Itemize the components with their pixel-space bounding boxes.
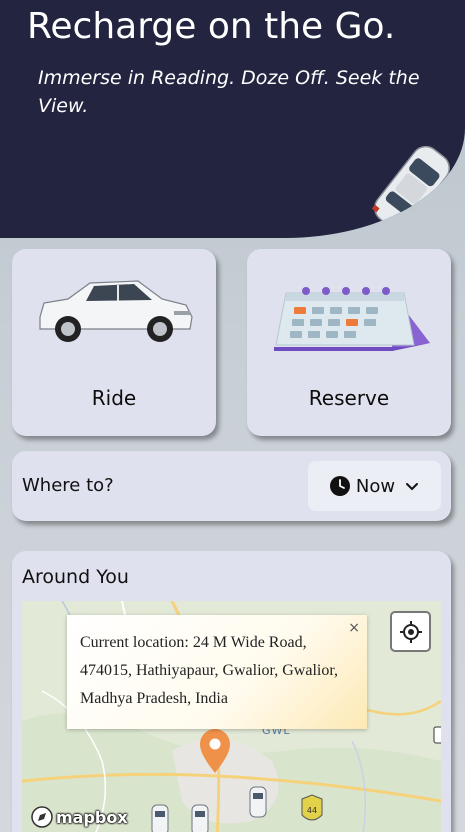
locate-me-button[interactable] xyxy=(390,611,431,652)
hero-subtitle: Immerse in Reading. Doze Off. Seek the V… xyxy=(38,67,420,117)
time-select-value: Now xyxy=(355,475,396,497)
hero-title: Recharge on the Go. xyxy=(27,6,396,47)
reserve-card[interactable]: Reserve xyxy=(247,249,451,436)
chevron-down-icon xyxy=(406,483,419,491)
reserve-label: Reserve xyxy=(308,386,390,410)
hero-banner: Recharge on the Go. Immerse in Reading. … xyxy=(0,0,465,238)
car-icon xyxy=(39,280,193,342)
popup-text: Current location: 24 M Wide Road, 474015… xyxy=(80,634,339,707)
map-view[interactable]: 44 GWL Current location: 24 M Wide Road,… xyxy=(22,601,441,832)
mapbox-wordmark: mapbox xyxy=(56,807,128,827)
mapbox-logo[interactable]: mapbox xyxy=(31,805,128,829)
ride-label: Ride xyxy=(91,386,137,410)
where-to-bar[interactable]: Where to? Now xyxy=(12,451,451,521)
location-popup: Current location: 24 M Wide Road, 474015… xyxy=(67,615,367,729)
crosshair-icon xyxy=(399,620,422,643)
mapbox-icon xyxy=(31,806,53,828)
car-top-view-icon xyxy=(371,145,450,233)
where-to-label: Where to? xyxy=(22,475,114,496)
road-shield-label: 44 xyxy=(307,806,317,815)
around-you-title: Around You xyxy=(22,566,129,588)
popup-close-button[interactable]: × xyxy=(348,621,360,635)
clock-icon xyxy=(329,476,350,496)
time-select-button[interactable]: Now xyxy=(308,461,441,511)
calendar-icon xyxy=(274,287,430,351)
around-you-panel: Around You 44 GWL Current location: 24 M… xyxy=(12,551,451,832)
ride-card[interactable]: Ride xyxy=(12,249,216,436)
